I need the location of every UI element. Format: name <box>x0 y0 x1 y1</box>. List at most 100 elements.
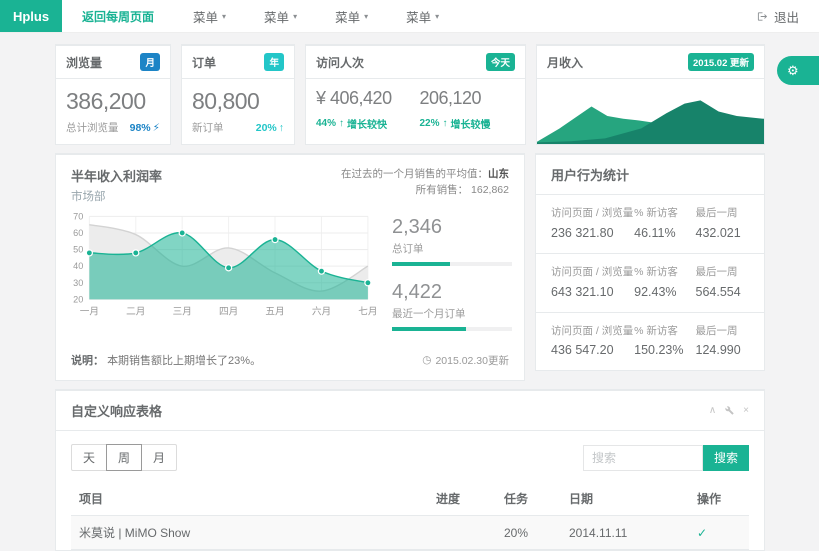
brand-logo[interactable]: Hplus <box>0 0 62 32</box>
card-body: 80,800 新订单 20% ↑ <box>182 79 294 144</box>
col-label: 最后一周 <box>696 265 749 281</box>
visits-amount-block: ¥ 406,420 44% ↑ 增长较快 <box>316 86 412 135</box>
wrench-icon[interactable] <box>725 406 734 415</box>
monthly-income-area-chart <box>537 79 764 144</box>
visits-value: 643 321.10 <box>551 285 634 299</box>
meta-value: 山东 <box>488 168 509 180</box>
navbar: Hplus 返回每周页面 菜单 ▾ 菜单 ▾ 菜单 ▾ 菜单 ▾ 退出 <box>0 0 819 33</box>
footnote-text: 本期销售额比上期增长了23%。 <box>107 355 261 367</box>
card-title: 月收入 <box>547 54 583 71</box>
back-home-link[interactable]: 返回每周页面 <box>62 0 174 32</box>
menu-dropdown-3[interactable]: 菜单 ▾ <box>316 0 387 32</box>
col-label: % 新访客 <box>634 324 695 340</box>
behavior-title: 用户行为统计 <box>536 155 764 195</box>
up-arrow-icon: ↑ <box>279 122 284 134</box>
card-title: 浏览量 <box>66 54 102 71</box>
logout-label: 退出 <box>774 7 799 26</box>
table-panel-title-bar: 自定义响应表格 ∧ × <box>56 391 764 431</box>
tab-day[interactable]: 天 <box>71 444 107 471</box>
updated-text: 2015.02.30更新 <box>435 353 509 368</box>
stat-delta: 44% <box>316 118 336 129</box>
meta-value: 162,862 <box>471 184 509 196</box>
svg-text:60: 60 <box>73 228 83 238</box>
behavior-row: 访问页面 / 浏览量 236 321.80 % 新访客 46.11% 最后一周 … <box>536 195 764 254</box>
svg-text:一月: 一月 <box>80 307 99 318</box>
tab-week[interactable]: 周 <box>106 444 142 471</box>
menu-dropdown-1[interactable]: 菜单 ▾ <box>174 0 245 32</box>
svg-text:三月: 三月 <box>173 307 192 318</box>
check-icon[interactable]: ✓ <box>697 526 707 540</box>
stat-delta: 20% <box>256 122 277 134</box>
close-icon[interactable]: × <box>743 405 749 416</box>
sales-header: 半年收入利润率 市场部 在过去的一个月销售的平均值：山东 所有销售： 162,8… <box>56 155 524 206</box>
sales-subtitle: 市场部 <box>71 188 162 204</box>
task-percent: 20% <box>496 518 561 548</box>
period-badge: 月 <box>140 53 160 71</box>
caret-down-icon: ▾ <box>293 12 297 21</box>
caret-down-icon: ▾ <box>435 12 439 21</box>
period-badge: 今天 <box>486 53 515 71</box>
svg-text:40: 40 <box>73 261 83 271</box>
growth-note: 增长较慢 <box>451 116 491 131</box>
stat-value: 80,800 <box>192 88 284 115</box>
stat-cards-row: 浏览量 月 386,200 总计浏览量 98% ⚡ 订单 年 80 <box>55 44 765 145</box>
svg-text:五月: 五月 <box>265 307 284 318</box>
menu-dropdown-4[interactable]: 菜单 ▾ <box>387 0 458 32</box>
search-input[interactable] <box>583 445 703 471</box>
main-content: 浏览量 月 386,200 总计浏览量 98% ⚡ 订单 年 80 <box>0 33 819 551</box>
last-week-value: 124.990 <box>696 343 749 357</box>
visits-value: 436 547.20 <box>551 343 634 357</box>
up-arrow-icon: ↑ <box>339 118 344 129</box>
responsive-table-panel: 自定义响应表格 ∧ × 天 周 月 搜索 项目 <box>55 389 765 551</box>
sales-meta: 在过去的一个月销售的平均值：山东 所有销售： 162,862 <box>341 166 509 204</box>
menu-dropdown-2[interactable]: 菜单 ▾ <box>245 0 316 32</box>
update-badge: 2015.02 更新 <box>688 53 754 71</box>
stat-card-orders: 订单 年 80,800 新订单 20% ↑ <box>181 44 295 145</box>
logout-button[interactable]: 退出 <box>737 0 819 32</box>
orders-total-label: 总订单 <box>392 241 512 256</box>
svg-text:二月: 二月 <box>126 307 145 318</box>
collapse-icon[interactable]: ∧ <box>709 405 716 416</box>
orders-month-label: 最近一个月订单 <box>392 306 512 321</box>
stat-label: 总计浏览量 <box>66 120 119 135</box>
table-panel-title: 自定义响应表格 <box>71 401 162 420</box>
table-panel-content: 天 周 月 搜索 项目 进度 任务 日期 操作 米莫说 | <box>56 431 764 550</box>
up-arrow-icon: ↑ <box>443 118 448 129</box>
sales-footer: 说明： 本期销售额比上期增长了23%。 ◷ 2015.02.30更新 <box>56 346 524 380</box>
logout-icon <box>757 11 768 22</box>
behavior-row: 访问页面 / 浏览量 436 547.20 % 新访客 150.23% 最后一周… <box>536 313 764 371</box>
search-button[interactable]: 搜索 <box>703 445 749 471</box>
tab-month[interactable]: 月 <box>141 444 177 471</box>
meta-label: 所有销售： <box>416 184 469 196</box>
stat-card-visits: 访问人次 今天 ¥ 406,420 44% ↑ 增长较快 206,120 22% <box>305 44 526 145</box>
card-title: 访问人次 <box>316 54 364 71</box>
table-row[interactable]: 米莫说 | MiMO Show 20% 2014.11.11 ✓ <box>71 516 749 550</box>
projects-table: 项目 进度 任务 日期 操作 米莫说 | MiMO Show 20% 2014.… <box>71 484 749 550</box>
col-label: 最后一周 <box>696 206 749 222</box>
user-behavior-panel: 用户行为统计 访问页面 / 浏览量 236 321.80 % 新访客 46.11… <box>535 153 765 371</box>
stat-card-monthly-income: 月收入 2015.02 更新 <box>536 44 765 145</box>
menu-label: 菜单 <box>406 7 431 26</box>
visits-count-block: 206,120 22% ↑ 增长较慢 <box>420 86 516 135</box>
theme-settings-button[interactable]: ⚙ <box>777 56 819 85</box>
half-year-profit-chart: 203040506070一月二月三月四月五月六月七月 <box>62 208 376 346</box>
middle-row: 半年收入利润率 市场部 在过去的一个月销售的平均值：山东 所有销售： 162,8… <box>55 153 765 381</box>
orders-month-value: 4,422 <box>392 281 512 304</box>
stat-value: ¥ 406,420 <box>316 88 412 109</box>
header-project: 项目 <box>71 484 428 515</box>
row-date: 2014.11.11 <box>561 518 689 548</box>
visits-value: 236 321.80 <box>551 226 634 240</box>
svg-text:20: 20 <box>73 294 83 304</box>
card-title-bar: 订单 年 <box>182 46 294 79</box>
clock-icon: ◷ <box>422 354 431 366</box>
table-header-row: 项目 进度 任务 日期 操作 <box>71 484 749 516</box>
orders-total-value: 2,346 <box>392 216 512 239</box>
stat-value: 206,120 <box>420 88 516 109</box>
col-label: 访问页面 / 浏览量 <box>551 265 634 281</box>
header-action: 操作 <box>689 484 749 515</box>
progress-bar <box>392 327 512 331</box>
header-progress: 进度 <box>428 484 496 515</box>
period-tabs: 天 周 月 <box>71 444 177 471</box>
last-week-value: 432.021 <box>696 226 749 240</box>
progress-bar <box>392 262 512 266</box>
